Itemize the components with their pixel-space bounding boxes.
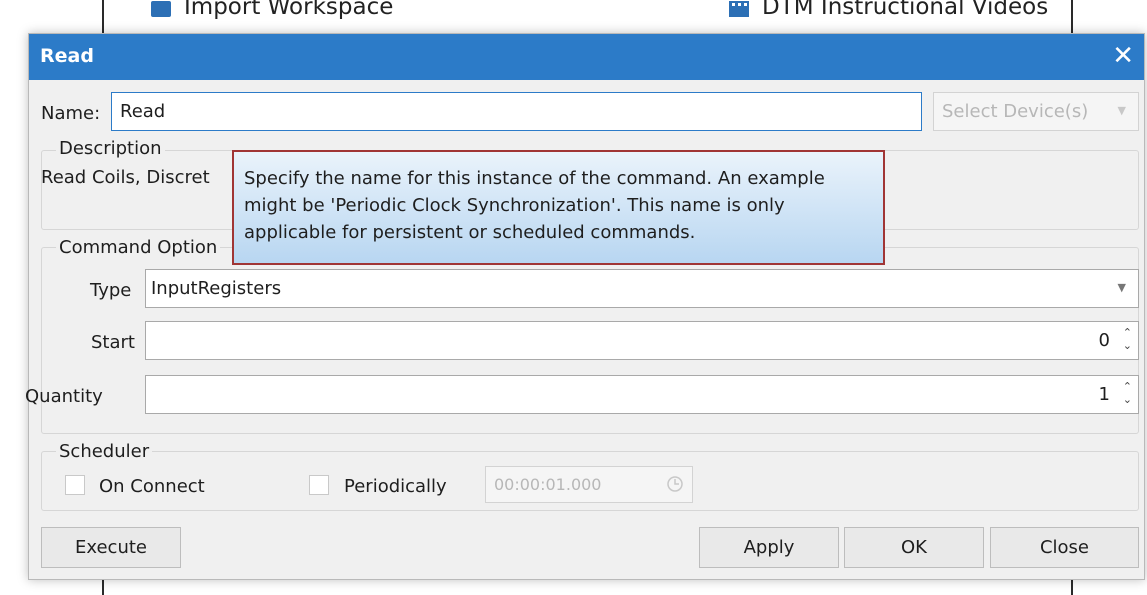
import-workspace-label: Import Workspace bbox=[184, 0, 394, 20]
dtm-videos-label: DTM Instructional Videos bbox=[762, 0, 1049, 20]
stepper-arrows-icon[interactable]: ⌃ ⌄ bbox=[1123, 326, 1132, 352]
read-dialog: Read ✕ Name: Read Select Device(s) ▼ Des… bbox=[25, 33, 1145, 580]
description-text: Read Coils, Discret bbox=[41, 167, 210, 188]
execute-button[interactable]: Execute bbox=[41, 527, 181, 568]
description-title: Description bbox=[56, 138, 165, 159]
type-dropdown[interactable]: InputRegisters ▼ bbox=[145, 269, 1139, 308]
name-label: Name: bbox=[41, 103, 101, 124]
quantity-stepper[interactable]: 1 ⌃ ⌄ bbox=[145, 375, 1139, 414]
start-value: 0 bbox=[1098, 330, 1110, 351]
clock-icon[interactable] bbox=[666, 475, 684, 497]
type-label: Type bbox=[90, 280, 132, 301]
name-input[interactable]: Read bbox=[111, 92, 922, 131]
execute-button-label: Execute bbox=[75, 537, 147, 558]
periodically-label: Periodically bbox=[344, 476, 447, 497]
type-value: InputRegisters bbox=[151, 278, 282, 299]
quantity-label: Quantity bbox=[25, 386, 103, 407]
background-divider bbox=[1071, 0, 1073, 33]
ok-button-label: OK bbox=[901, 537, 927, 558]
start-stepper[interactable]: 0 ⌃ ⌄ bbox=[145, 321, 1139, 360]
import-icon bbox=[150, 0, 172, 17]
close-button-label: Close bbox=[1039, 537, 1090, 558]
on-connect-label: On Connect bbox=[99, 476, 205, 497]
periodically-checkbox[interactable] bbox=[309, 475, 329, 495]
close-button[interactable]: Close bbox=[990, 527, 1139, 568]
chevron-down-icon: ▼ bbox=[1117, 281, 1126, 294]
command-options-title: Command Option bbox=[56, 237, 221, 258]
film-icon bbox=[728, 0, 750, 17]
interval-value: 00:00:01.000 bbox=[494, 475, 602, 494]
background-divider bbox=[102, 580, 104, 595]
import-workspace-item[interactable]: Import Workspace bbox=[150, 0, 393, 20]
dtm-videos-item[interactable]: DTM Instructional Videos bbox=[728, 0, 1048, 20]
tooltip-line: might be 'Periodic Clock Synchronization… bbox=[244, 195, 785, 216]
quantity-value: 1 bbox=[1098, 384, 1110, 405]
chevron-down-icon: ▼ bbox=[1117, 104, 1126, 117]
scheduler-title: Scheduler bbox=[56, 441, 153, 462]
name-tooltip: Specify the name for this instance of th… bbox=[232, 150, 885, 265]
background-divider bbox=[102, 0, 104, 33]
stepper-arrows-icon[interactable]: ⌃ ⌄ bbox=[1123, 380, 1132, 406]
name-input-value: Read bbox=[120, 101, 166, 122]
background-divider bbox=[1071, 580, 1073, 595]
tooltip-line: Specify the name for this instance of th… bbox=[244, 168, 825, 189]
on-connect-checkbox[interactable] bbox=[65, 475, 85, 495]
tooltip-line: applicable for persistent or scheduled c… bbox=[244, 222, 696, 243]
ok-button[interactable]: OK bbox=[844, 527, 984, 568]
close-icon[interactable]: ✕ bbox=[1112, 40, 1134, 72]
select-devices-dropdown[interactable]: Select Device(s) ▼ bbox=[933, 92, 1139, 131]
apply-button-label: Apply bbox=[743, 537, 795, 558]
title-bar[interactable]: Read ✕ bbox=[29, 34, 1144, 80]
dialog-title: Read bbox=[40, 45, 94, 67]
apply-button[interactable]: Apply bbox=[699, 527, 839, 568]
interval-input[interactable]: 00:00:01.000 bbox=[485, 466, 693, 503]
select-devices-label: Select Device(s) bbox=[942, 101, 1089, 122]
start-label: Start bbox=[91, 332, 135, 353]
